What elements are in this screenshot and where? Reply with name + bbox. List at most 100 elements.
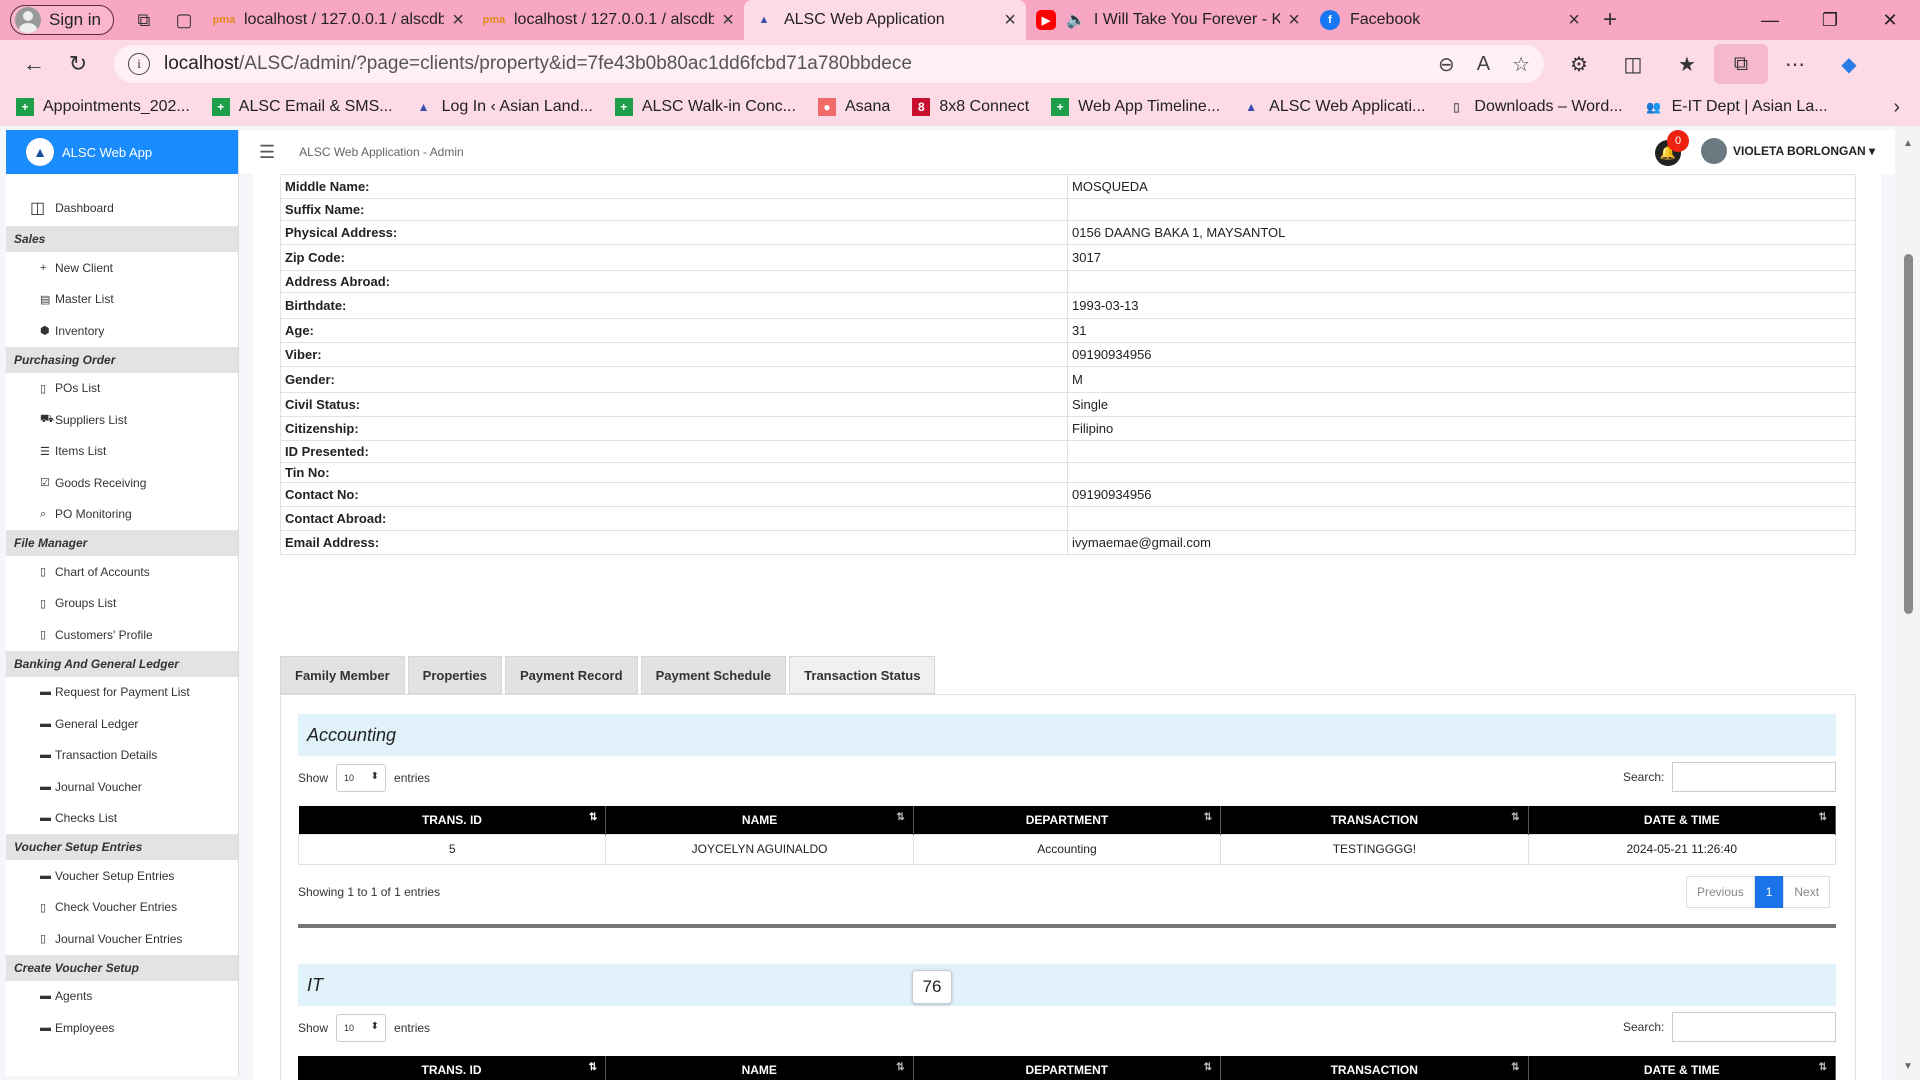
sidebar-item[interactable]: ▬ Voucher Setup Entries	[6, 860, 238, 892]
bookmark-item[interactable]: ▲ Log In ‹ Asian Land...	[415, 98, 593, 116]
scroll-up-icon[interactable]: ▲	[1903, 138, 1913, 149]
close-tab-icon[interactable]: ×	[1004, 9, 1016, 32]
search-input[interactable]	[1672, 1012, 1837, 1042]
entries-select[interactable]: 10	[336, 764, 387, 792]
column-header[interactable]: DEPARTMENT ⇅	[913, 1056, 1221, 1080]
column-header[interactable]: TRANS. ID ⇅	[298, 806, 607, 834]
bookmark-item[interactable]: ▯ Downloads – Word...	[1447, 98, 1623, 116]
tab-payment-record[interactable]: Payment Record	[504, 656, 638, 694]
more-menu-icon[interactable]: ⋯	[1768, 44, 1822, 84]
sidebar-item[interactable]: ▯ Chart of Accounts	[6, 556, 238, 588]
sidebar-item[interactable]: ⬢ Inventory	[6, 315, 238, 347]
browser-tab[interactable]: pma localhost / 127.0.0.1 / alscdb / ×	[474, 0, 744, 40]
bookmark-item[interactable]: + Web App Timeline...	[1051, 98, 1220, 116]
tab-payment-schedule[interactable]: Payment Schedule	[640, 656, 787, 694]
sidebar-item[interactable]: ▯ Customers' Profile	[6, 619, 238, 651]
bookmark-item[interactable]: ● Asana	[817, 98, 890, 116]
close-tab-icon[interactable]: ×	[1568, 9, 1580, 32]
hamburger-menu-icon[interactable]: ☰	[259, 142, 275, 163]
sidebar-item[interactable]: ☑ Goods Receiving	[6, 467, 238, 499]
minimize-icon[interactable]: —	[1740, 0, 1800, 40]
restore-icon[interactable]: ❐	[1800, 0, 1860, 40]
detail-value: Single	[1067, 392, 1856, 417]
site-info-icon[interactable]: i	[128, 53, 150, 75]
browser-tab[interactable]: pma localhost / 127.0.0.1 / alscdb / ×	[204, 0, 474, 40]
url-field[interactable]: i localhost/ALSC/admin/?page=clients/pro…	[114, 45, 1544, 83]
bookmark-item[interactable]: 8 8x8 Connect	[912, 98, 1029, 116]
brand-link[interactable]: ▲ ALSC Web App	[6, 130, 238, 174]
favorite-star-icon[interactable]: ☆	[1512, 52, 1530, 77]
browser-tab[interactable]: ▶ 🔈 I Will Take You Forever - K ×	[1026, 0, 1310, 40]
browser-tab[interactable]: f Facebook ×	[1310, 0, 1590, 40]
sidebar-item-dashboard[interactable]: ◫ Dashboard	[6, 190, 238, 226]
close-tab-icon[interactable]: ×	[452, 9, 464, 32]
sidebar-item[interactable]: ▬ General Ledger	[6, 708, 238, 740]
entries-select[interactable]: 10	[336, 1014, 387, 1042]
column-header[interactable]: DEPARTMENT ⇅	[913, 806, 1222, 834]
split-screen-icon[interactable]: ◫	[1606, 44, 1660, 84]
sidebar-item[interactable]: ▬ Transaction Details	[6, 740, 238, 772]
back-icon[interactable]: ←	[12, 44, 56, 84]
sidebar-item[interactable]: ▬ Agents	[6, 981, 238, 1013]
column-header[interactable]: NAME ⇅	[605, 1056, 914, 1080]
collections-icon[interactable]: ⧉	[1714, 44, 1768, 84]
bookmark-item[interactable]: ▲ ALSC Web Applicati...	[1242, 98, 1425, 116]
column-header[interactable]: DATE & TIME ⇅	[1528, 1056, 1836, 1080]
favorites-icon[interactable]: ★	[1660, 44, 1714, 84]
close-window-icon[interactable]: ✕	[1860, 0, 1920, 40]
refresh-icon[interactable]: ↻	[56, 44, 100, 84]
workspaces-icon[interactable]: ⧉	[124, 0, 164, 40]
page-1-button[interactable]: 1	[1754, 876, 1784, 908]
tab-actions-icon[interactable]: ▢	[164, 0, 204, 40]
search-input[interactable]	[1672, 762, 1837, 792]
close-tab-icon[interactable]: ×	[1288, 9, 1300, 32]
column-header[interactable]: TRANSACTION ⇅	[1220, 806, 1529, 834]
zoom-icon[interactable]: ⊖	[1438, 52, 1455, 77]
bookmark-item[interactable]: + ALSC Email & SMS...	[211, 98, 393, 116]
read-aloud-icon[interactable]: A	[1477, 53, 1490, 76]
extensions-icon[interactable]: ⚙	[1552, 44, 1606, 84]
next-page-button[interactable]: Next	[1783, 876, 1831, 908]
bookmark-item[interactable]: 👥 E-IT Dept | Asian La...	[1645, 98, 1827, 116]
page-scrollbar[interactable]: ▲ ▼	[1896, 126, 1920, 1080]
notification-bell-icon[interactable]: 🔔 0	[1655, 130, 1689, 166]
sidebar-item[interactable]: ▯ Check Voucher Entries	[6, 892, 238, 924]
copilot-icon[interactable]: ◆	[1822, 44, 1876, 84]
detail-label: ID Presented:	[280, 440, 1068, 463]
sidebar-item[interactable]: ▯ POs List	[6, 373, 238, 405]
new-tab-icon[interactable]: +	[1590, 0, 1630, 40]
previous-page-button[interactable]: Previous	[1686, 876, 1755, 908]
tab-family-member[interactable]: Family Member	[280, 656, 405, 694]
speaker-icon[interactable]: 🔈	[1066, 10, 1086, 30]
sidebar-item[interactable]: ▬ Request for Payment List	[6, 677, 238, 709]
close-tab-icon[interactable]: ×	[722, 9, 734, 32]
sidebar-item[interactable]: ▬ Checks List	[6, 803, 238, 835]
column-header[interactable]: TRANS. ID ⇅	[298, 1056, 606, 1080]
bookmark-item[interactable]: + Appointments_202...	[16, 98, 190, 116]
tab-properties[interactable]: Properties	[407, 656, 502, 694]
detail-row: Birthdate: 1993-03-13	[280, 292, 1856, 319]
scroll-down-icon[interactable]: ▼	[1903, 1061, 1913, 1072]
browser-tab[interactable]: ▲ ALSC Web Application ×	[743, 0, 1026, 40]
column-header[interactable]: TRANSACTION ⇅	[1220, 1056, 1529, 1080]
bookmarks-more-icon[interactable]: ›	[1893, 96, 1900, 119]
accounting-table-info: Showing 1 to 1 of 1 entries	[298, 885, 441, 899]
sidebar-item[interactable]: ▯ Journal Voucher Entries	[6, 923, 238, 955]
sidebar-item[interactable]: ⌕ PO Monitoring	[6, 499, 238, 531]
tab-transaction-status[interactable]: Transaction Status	[789, 656, 936, 694]
column-header[interactable]: NAME ⇅	[605, 806, 914, 834]
sidebar-item[interactable]: ▯ Groups List	[6, 588, 238, 620]
scroll-thumb[interactable]	[1904, 254, 1913, 614]
sidebar-item[interactable]: ▬ Employees	[6, 1012, 238, 1044]
sidebar-item[interactable]: + New Client	[6, 252, 238, 284]
sidebar-item[interactable]: ▬ Journal Voucher	[6, 771, 238, 803]
sidebar-item[interactable]: ☰ Items List	[6, 436, 238, 468]
user-menu[interactable]: VIOLETA BORLONGAN ▾	[1701, 138, 1875, 164]
bookmark-item[interactable]: + ALSC Walk-in Conc...	[614, 98, 796, 116]
entries-label: entries	[394, 1021, 431, 1035]
sidebar-item[interactable]: ⛟ Suppliers List	[6, 404, 238, 436]
sign-in-button[interactable]: Sign in	[10, 5, 114, 35]
sidebar-item[interactable]: ▤ Master List	[6, 284, 238, 316]
column-header[interactable]: DATE & TIME ⇅	[1528, 806, 1837, 834]
it-search: Search:	[1623, 1012, 1837, 1042]
